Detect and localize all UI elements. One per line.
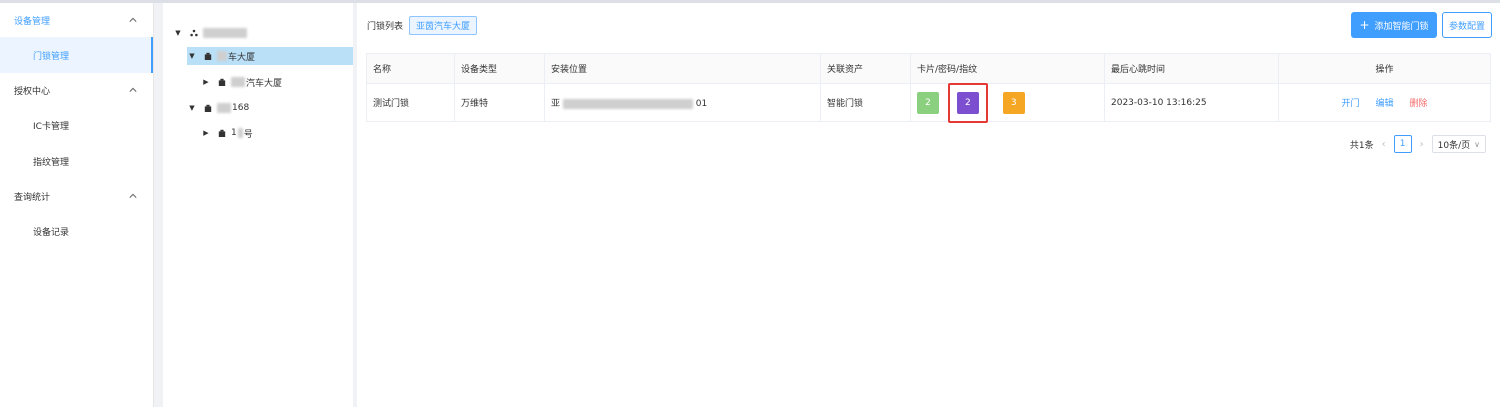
sidebar-menu: 设备管理 门锁管理 授权中心 IC卡管理 指纹管理 查询统计 设备记录 xyxy=(0,3,154,407)
sidebar-item-ic-card[interactable]: IC卡管理 xyxy=(0,107,153,143)
tree-node-label: 1 xyxy=(231,128,237,138)
tree-node-label: 汽车大厦 xyxy=(246,78,283,89)
redacted-text xyxy=(237,128,243,138)
redacted-text xyxy=(231,77,245,87)
column-header: 最后心跳时间 xyxy=(1104,53,1279,84)
sidebar-item-lock-management[interactable]: 门锁管理 xyxy=(0,37,153,73)
chevron-up-icon xyxy=(127,14,139,26)
tree-node-building-1[interactable]: ▼ 车大厦 xyxy=(187,47,353,65)
pagination: 共1条 ‹ 1 › 10条/页 ∨ xyxy=(1350,135,1486,153)
sidebar-item-label: 指纹管理 xyxy=(33,157,70,168)
sidebar-item-label: 设备记录 xyxy=(33,227,70,238)
column-header: 操作 xyxy=(1278,53,1491,84)
location-suffix: 01 xyxy=(695,99,708,109)
redacted-text xyxy=(217,103,231,113)
total-count: 共1条 xyxy=(1349,140,1374,151)
tree-node-label: 168 xyxy=(232,103,250,113)
location-prefix: 亚 xyxy=(551,99,561,109)
tree-node-building-1-child[interactable]: ▶ 汽车大厦 xyxy=(201,73,282,91)
page-size-value: 10条/页 xyxy=(1437,140,1471,151)
plus-icon: + xyxy=(1359,18,1370,32)
password-count-badge[interactable]: 2 xyxy=(956,91,979,114)
page-number[interactable]: 1 xyxy=(1393,135,1412,153)
menu-group-query-statistics[interactable]: 查询统计 xyxy=(0,179,153,213)
chevron-down-icon: ∨ xyxy=(1474,139,1480,149)
building-icon xyxy=(217,128,227,138)
caret-down-icon[interactable]: ▼ xyxy=(187,104,197,112)
page-title: 门锁列表 xyxy=(367,22,404,32)
lock-table: 名称 设备类型 安装位置 关联资产 卡片/密码/指纹 最后心跳时间 操作 测试门… xyxy=(366,53,1491,123)
table-header-row: 名称 设备类型 安装位置 关联资产 卡片/密码/指纹 最后心跳时间 操作 xyxy=(366,53,1491,84)
fingerprint-count-badge[interactable]: 3 xyxy=(1002,91,1025,114)
cell-asset: 智能门锁 xyxy=(820,83,911,122)
column-header: 安装位置 xyxy=(544,53,821,84)
redacted-text xyxy=(562,98,693,109)
delete-link[interactable]: 删除 xyxy=(1410,96,1428,109)
breadcrumb: 门锁列表 亚茵汽车大厦 xyxy=(367,16,478,35)
chevron-up-icon xyxy=(127,190,139,202)
sidebar-item-fingerprint[interactable]: 指纹管理 xyxy=(0,143,153,179)
menu-group-label: 授权中心 xyxy=(14,86,51,97)
building-tree: ▼ ▼ 车大厦 ▶ 汽车大厦 ▼ 168 ▶ 1 号 xyxy=(163,3,353,407)
add-smart-lock-button[interactable]: + 添加智能门锁 xyxy=(1351,12,1437,38)
column-header: 卡片/密码/指纹 xyxy=(910,53,1105,84)
menu-group-label: 设备管理 xyxy=(14,16,51,27)
cell-credentials: 2 2 3 xyxy=(910,82,1105,123)
building-icon xyxy=(203,51,213,61)
tree-node-building-2-child[interactable]: ▶ 1 号 xyxy=(201,124,253,142)
open-door-link[interactable]: 开门 xyxy=(1341,96,1359,109)
table-row: 测试门锁 万维特 亚 01 智能门锁 2 2 3 2023-03-10 13:1… xyxy=(366,82,1491,123)
page-size-select[interactable]: 10条/页 ∨ xyxy=(1431,135,1486,153)
caret-down-icon[interactable]: ▼ xyxy=(187,52,197,60)
caret-right-icon[interactable]: ▶ xyxy=(201,129,211,137)
chevron-up-icon xyxy=(127,84,139,96)
cell-location: 亚 01 xyxy=(544,83,821,122)
prev-page-icon[interactable]: ‹ xyxy=(1382,139,1386,150)
parameter-config-button[interactable]: 参数配置 xyxy=(1442,12,1492,38)
cell-name: 测试门锁 xyxy=(366,83,455,122)
caret-right-icon[interactable]: ▶ xyxy=(201,78,211,86)
edit-link[interactable]: 编辑 xyxy=(1375,96,1393,109)
tree-node-label: 车大厦 xyxy=(228,52,256,63)
building-icon xyxy=(217,77,227,87)
column-header: 设备类型 xyxy=(454,53,545,84)
cell-last-heartbeat: 2023-03-10 13:16:25 xyxy=(1104,83,1279,122)
menu-group-device-management[interactable]: 设备管理 xyxy=(0,3,153,37)
redacted-text xyxy=(217,51,227,61)
cell-type: 万维特 xyxy=(454,83,545,122)
tree-node-label: 号 xyxy=(243,129,253,140)
redacted-text xyxy=(203,28,247,38)
column-header: 关联资产 xyxy=(820,53,911,84)
building-icon xyxy=(203,103,213,113)
add-smart-lock-label: 添加智能门锁 xyxy=(1374,21,1429,32)
menu-group-authorization-center[interactable]: 授权中心 xyxy=(0,73,153,107)
building-tag: 亚茵汽车大厦 xyxy=(409,16,478,35)
menu-group-label: 查询统计 xyxy=(14,192,51,203)
sidebar-item-label: 门锁管理 xyxy=(33,51,70,62)
card-count-badge[interactable]: 2 xyxy=(917,91,939,114)
column-header: 名称 xyxy=(366,53,455,84)
sidebar-item-device-records[interactable]: 设备记录 xyxy=(0,213,153,249)
caret-down-icon[interactable]: ▼ xyxy=(173,29,183,37)
next-page-icon[interactable]: › xyxy=(1420,139,1424,150)
tree-node-root[interactable]: ▼ xyxy=(173,24,247,42)
sidebar-item-label: IC卡管理 xyxy=(33,121,69,132)
highlight-box: 2 xyxy=(947,82,988,123)
org-icon xyxy=(189,28,199,38)
parameter-config-label: 参数配置 xyxy=(1448,21,1485,32)
tree-node-building-2[interactable]: ▼ 168 xyxy=(187,99,249,117)
lock-list-panel: 门锁列表 亚茵汽车大厦 + 添加智能门锁 参数配置 名称 设备类型 安装位置 关… xyxy=(357,3,1500,407)
cell-actions: 开门 编辑 删除 xyxy=(1278,83,1491,122)
